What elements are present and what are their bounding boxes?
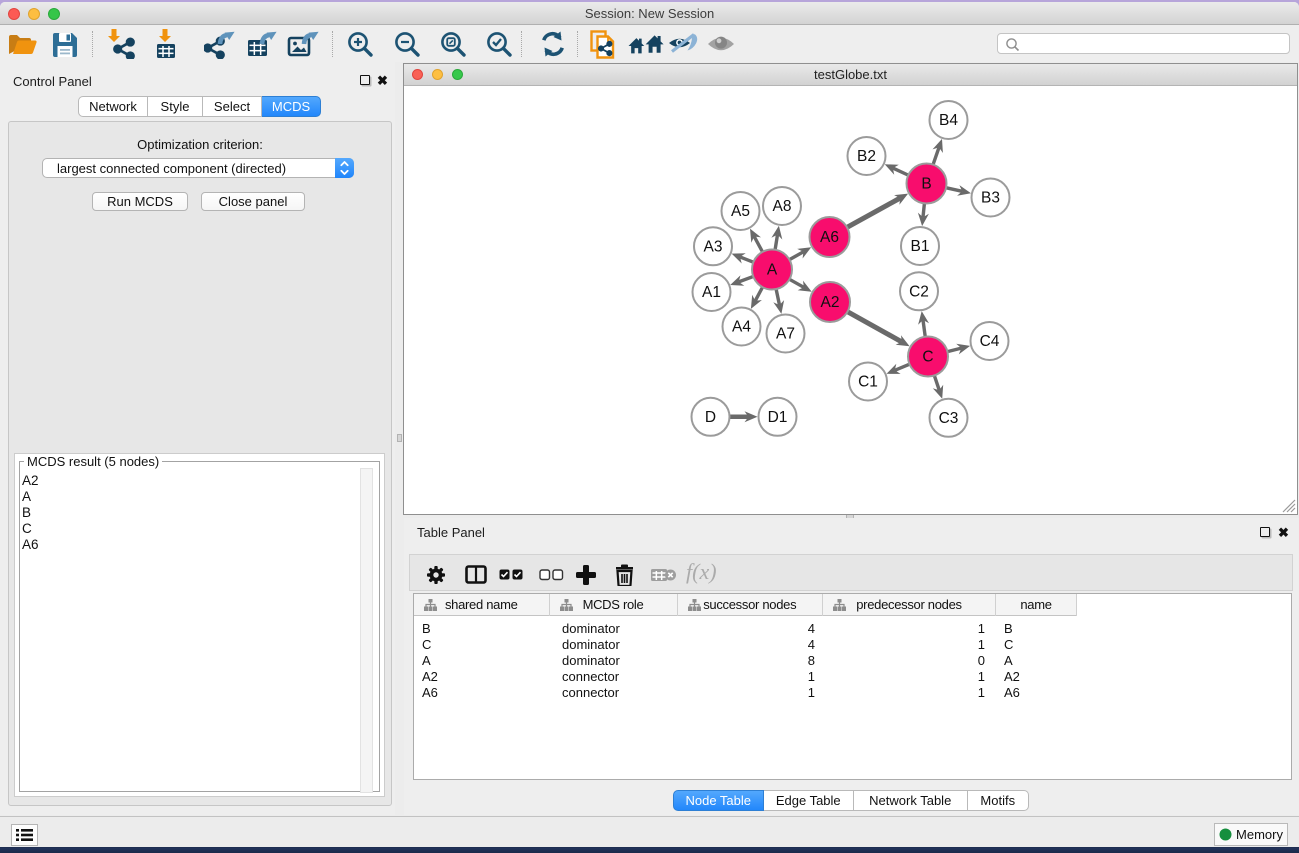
svg-text:A2: A2: [821, 294, 840, 311]
svg-text:A7: A7: [776, 326, 795, 343]
svg-text:B: B: [921, 176, 931, 193]
svg-text:C1: C1: [858, 374, 878, 391]
svg-text:A1: A1: [702, 284, 721, 301]
svg-text:A3: A3: [704, 238, 723, 255]
svg-text:C2: C2: [909, 283, 929, 300]
svg-text:A8: A8: [773, 198, 792, 215]
svg-text:C: C: [922, 349, 933, 366]
svg-text:B2: B2: [857, 148, 876, 165]
svg-text:D1: D1: [768, 409, 788, 426]
svg-text:B1: B1: [911, 238, 930, 255]
svg-text:B3: B3: [981, 190, 1000, 207]
svg-text:A6: A6: [820, 229, 839, 246]
svg-text:B4: B4: [939, 112, 958, 129]
svg-text:A: A: [767, 262, 778, 279]
svg-text:D: D: [705, 409, 716, 426]
svg-text:A4: A4: [732, 319, 751, 336]
svg-text:A5: A5: [731, 203, 750, 220]
svg-text:C4: C4: [980, 333, 1000, 350]
svg-text:C3: C3: [939, 410, 959, 427]
